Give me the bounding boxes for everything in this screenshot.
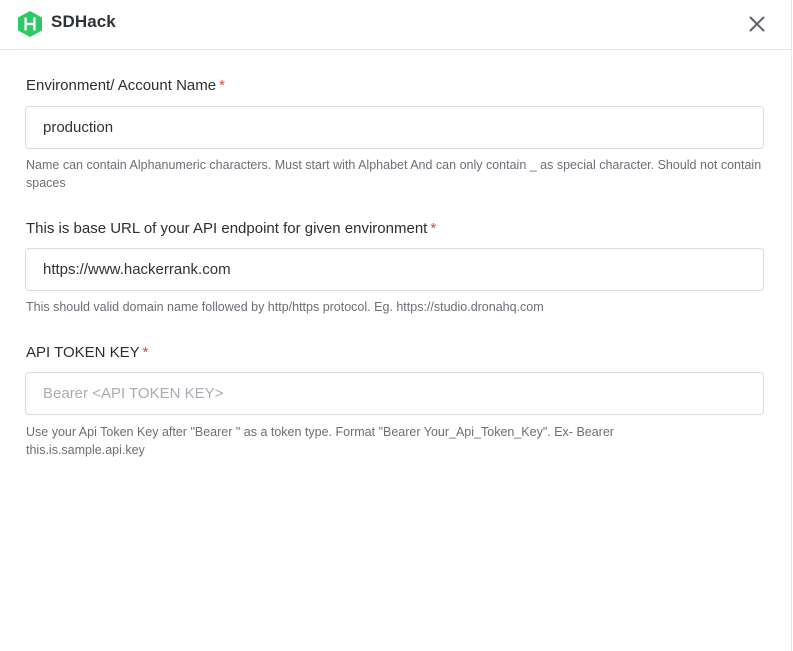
base-url-help: This should valid domain name followed b… xyxy=(26,300,544,314)
api-token-help: Use your Api Token Key after "Bearer " a… xyxy=(26,425,614,457)
base-url-input[interactable] xyxy=(25,248,764,291)
base-url-label-text: This is base URL of your API endpoint fo… xyxy=(26,220,428,237)
base-url-label: This is base URL of your API endpoint fo… xyxy=(26,220,436,237)
modal-panel: SDHack Environment/ Account Name* Name c… xyxy=(0,0,792,651)
environment-name-label: Environment/ Account Name * xyxy=(26,77,225,94)
environment-name-input[interactable] xyxy=(25,106,764,149)
api-token-input[interactable] xyxy=(25,372,764,415)
api-token-label-text: API TOKEN KEY xyxy=(26,344,140,361)
environment-name-help: Name can contain Alphanumeric characters… xyxy=(26,158,762,190)
app-title: SDHack xyxy=(51,12,116,31)
environment-name-label-text: Environment/ Account Name xyxy=(26,77,217,94)
required-asterisk: * xyxy=(219,77,225,94)
hackerrank-hexagon-logo xyxy=(18,11,42,37)
required-asterisk: * xyxy=(142,344,149,361)
api-token-label: API TOKEN KEY * xyxy=(26,344,149,361)
required-asterisk: * xyxy=(430,220,437,237)
close-icon[interactable] xyxy=(745,12,769,36)
modal-header: SDHack xyxy=(0,0,792,50)
